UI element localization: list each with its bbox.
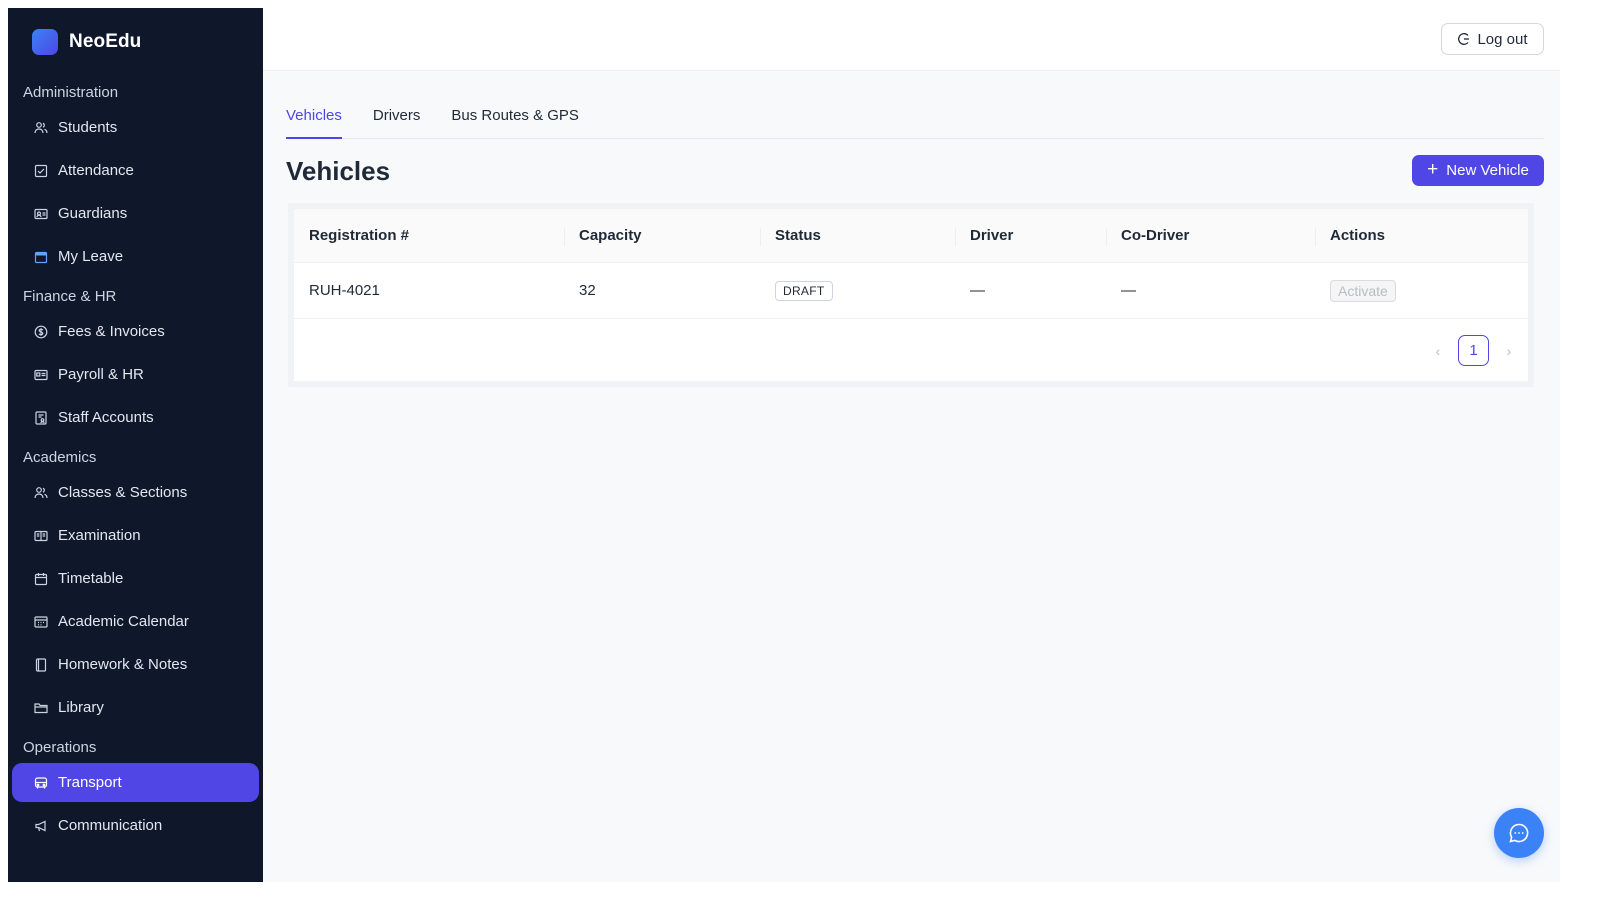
logout-label: Log out <box>1477 30 1528 48</box>
sidebar-item-label: My Leave <box>58 248 124 265</box>
sidebar-item-students[interactable]: Students <box>12 108 259 147</box>
id-card-icon <box>34 207 48 221</box>
sidebar-item-label: Guardians <box>58 205 128 222</box>
cell-actions: Activate <box>1315 279 1528 302</box>
table-header: Registration # Capacity Status Driver Co… <box>294 209 1528 263</box>
tab-vehicles[interactable]: Vehicles <box>286 104 342 139</box>
folder-icon <box>34 701 48 715</box>
brand[interactable]: NeoEdu <box>8 8 263 76</box>
sidebar-item-timetable[interactable]: Timetable <box>12 559 259 598</box>
section-title-finance-hr: Finance & HR <box>23 287 117 305</box>
cell-registration: RUH-4021 <box>309 282 380 299</box>
vehicles-table: Registration # Capacity Status Driver Co… <box>294 209 1528 381</box>
pagination: ‹ 1 › <box>1427 335 1520 366</box>
chat-bubble-icon <box>1509 823 1529 843</box>
cell-status: DRAFT <box>760 280 955 301</box>
section-title-academics: Academics <box>23 448 97 466</box>
column-header-driver[interactable]: Driver <box>955 209 1106 263</box>
logout-icon <box>1458 33 1470 45</box>
sidebar-item-academic-calendar[interactable]: Academic Calendar <box>12 602 259 641</box>
sidebar-item-classes-sections[interactable]: Classes & Sections <box>12 473 259 512</box>
sidebar-item-label: Library <box>58 699 104 716</box>
book-open-icon <box>34 529 48 543</box>
tab-bar: Vehicles Drivers Bus Routes & GPS <box>286 104 1544 139</box>
chevron-right-icon[interactable]: › <box>1498 343 1520 359</box>
sidebar-item-examination[interactable]: Examination <box>12 516 259 555</box>
chevron-left-icon[interactable]: ‹ <box>1427 343 1449 359</box>
page-number-current[interactable]: 1 <box>1458 335 1489 366</box>
megaphone-icon <box>34 819 48 833</box>
sidebar-item-label: Fees & Invoices <box>58 323 165 340</box>
sidebar-item-guardians[interactable]: Guardians <box>12 194 259 233</box>
sidebar-item-fees-invoices[interactable]: Fees & Invoices <box>12 312 259 351</box>
sidebar-item-library[interactable]: Library <box>12 688 259 727</box>
app-shell: NeoEdu Administration Students Attendanc… <box>8 8 1560 882</box>
sidebar-item-label: Payroll & HR <box>58 366 144 383</box>
brand-name: NeoEdu <box>69 31 142 52</box>
new-vehicle-label: New Vehicle <box>1446 162 1529 179</box>
sidebar-item-label: Transport <box>58 774 122 791</box>
brand-logo-icon <box>32 29 58 55</box>
sidebar-item-label: Attendance <box>58 162 134 179</box>
column-header-co-driver[interactable]: Co-Driver <box>1106 209 1315 263</box>
calendar-grid-icon <box>34 615 48 629</box>
section-title-administration: Administration <box>23 83 119 101</box>
sidebar-item-communication[interactable]: Communication <box>12 806 259 845</box>
sidebar-item-label: Academic Calendar <box>58 613 189 630</box>
tab-bus-routes-gps[interactable]: Bus Routes & GPS <box>451 104 579 139</box>
sidebar-item-my-leave[interactable]: My Leave <box>12 237 259 276</box>
notebook-icon <box>34 657 48 672</box>
tab-drivers[interactable]: Drivers <box>373 104 421 139</box>
dollar-circle-icon <box>34 325 48 339</box>
status-badge: DRAFT <box>775 280 833 301</box>
sidebar-item-label: Homework & Notes <box>58 656 188 673</box>
sidebar-item-staff-accounts[interactable]: Staff Accounts <box>12 398 259 437</box>
column-header-registration[interactable]: Registration # <box>294 209 564 263</box>
page-title: Vehicles <box>286 156 391 186</box>
sidebar: NeoEdu Administration Students Attendanc… <box>8 8 263 882</box>
column-header-status[interactable]: Status <box>760 209 955 263</box>
table-row[interactable]: RUH-4021 32 DRAFT — — Activate <box>294 263 1528 319</box>
sidebar-item-transport[interactable]: Transport <box>12 763 259 802</box>
new-vehicle-button[interactable]: + New Vehicle <box>1412 155 1544 186</box>
users-icon <box>34 121 48 135</box>
calendar-icon <box>34 572 48 586</box>
activate-button[interactable]: Activate <box>1330 279 1396 302</box>
topbar: Log out <box>263 8 1560 71</box>
sidebar-item-label: Communication <box>58 817 163 834</box>
cell-capacity: 32 <box>579 282 596 299</box>
sidebar-item-homework-notes[interactable]: Homework & Notes <box>12 645 259 684</box>
column-header-actions: Actions <box>1315 209 1528 263</box>
sidebar-item-label: Timetable <box>58 570 124 587</box>
main-content: Log out Vehicles Drivers Bus Routes & GP… <box>263 8 1560 882</box>
sidebar-item-attendance[interactable]: Attendance <box>12 151 259 190</box>
sidebar-item-label: Classes & Sections <box>58 484 188 501</box>
column-header-capacity[interactable]: Capacity <box>564 209 760 263</box>
cell-co-driver: — <box>1121 282 1136 299</box>
plus-icon: + <box>1427 159 1439 180</box>
section-title-operations: Operations <box>23 738 97 756</box>
chat-button[interactable] <box>1494 808 1544 858</box>
cell-driver: — <box>970 282 985 299</box>
id-badge-icon <box>34 368 48 382</box>
bus-icon <box>34 776 48 790</box>
staff-doc-icon <box>34 410 48 425</box>
checkbox-icon <box>34 164 48 178</box>
logout-button[interactable]: Log out <box>1441 23 1544 55</box>
sidebar-item-label: Examination <box>58 527 141 544</box>
sidebar-item-payroll-hr[interactable]: Payroll & HR <box>12 355 259 394</box>
users-icon <box>34 486 48 500</box>
calendar-icon <box>34 250 48 264</box>
sidebar-item-label: Students <box>58 119 118 136</box>
sidebar-item-label: Staff Accounts <box>58 409 154 426</box>
